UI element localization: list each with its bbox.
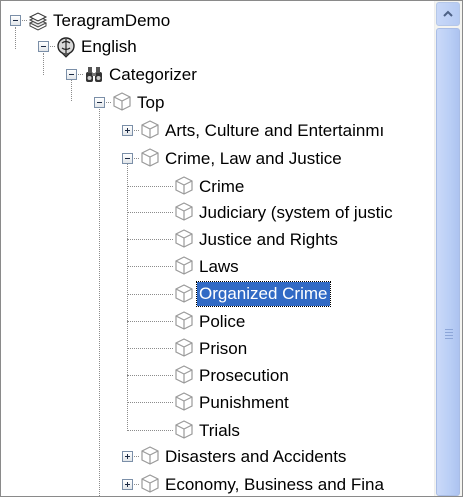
grip-line	[445, 335, 453, 336]
tree-node-label[interactable]: Police	[197, 310, 247, 334]
category-cube-icon	[173, 283, 195, 305]
language-globe-icon	[55, 36, 77, 58]
category-cube-icon	[173, 337, 195, 359]
category-cube-icon	[173, 310, 195, 332]
expand-toggle[interactable]	[122, 451, 133, 462]
tree-connector	[127, 266, 173, 267]
category-cube-icon	[173, 255, 195, 277]
tree-node-label[interactable]: English	[79, 35, 139, 59]
category-cube-icon	[139, 445, 161, 467]
tree-node-label[interactable]: Disasters and Accidents	[163, 445, 348, 469]
vertical-scrollbar[interactable]	[434, 1, 462, 496]
tree-guide	[99, 105, 100, 496]
tree-node-label[interactable]: Judiciary (system of justic	[197, 201, 395, 225]
chevron-up-icon	[443, 10, 453, 17]
expand-toggle[interactable]	[122, 125, 133, 136]
category-cube-icon	[139, 473, 161, 495]
tree-node-label[interactable]: Trials	[197, 419, 242, 443]
tree-connector	[127, 294, 173, 295]
category-cube-icon	[173, 364, 195, 386]
collapse-toggle[interactable]	[38, 41, 49, 52]
books-stack-icon	[27, 10, 49, 32]
grip-line	[445, 329, 453, 330]
tree-node-label[interactable]: TeragramDemo	[51, 9, 172, 33]
tree-connector	[127, 430, 173, 431]
tree-guide	[71, 79, 72, 101]
tree-node-label[interactable]: Top	[135, 91, 166, 115]
category-cube-icon	[139, 119, 161, 141]
tree-connector	[127, 212, 173, 213]
tree-connector	[127, 375, 173, 376]
category-cube-icon	[173, 391, 195, 413]
tree-node-label[interactable]: Crime	[197, 175, 246, 199]
scroll-up-button[interactable]	[436, 2, 460, 26]
tree-guide	[127, 161, 128, 431]
category-cube-icon	[173, 201, 195, 223]
tree-connector	[127, 348, 173, 349]
category-cube-icon	[173, 175, 195, 197]
grip-line	[445, 332, 453, 333]
expand-toggle[interactable]	[122, 479, 133, 490]
tree-node-label[interactable]: Prison	[197, 337, 249, 361]
tree-node-label[interactable]: Prosecution	[197, 364, 291, 388]
tree-node-label[interactable]: Crime, Law and Justice	[163, 147, 344, 171]
collapse-toggle[interactable]	[10, 15, 21, 26]
category-tree: TeragramDemo English Categorizer Top Art…	[0, 0, 463, 497]
tree-connector	[127, 402, 173, 403]
tree-connector	[127, 186, 173, 187]
tree-guide	[15, 27, 16, 49]
tree-connector	[127, 239, 173, 240]
category-cube-icon	[173, 419, 195, 441]
grip-line	[445, 338, 453, 339]
scroll-thumb[interactable]	[436, 28, 460, 496]
collapse-toggle[interactable]	[94, 97, 105, 108]
tree-node-label[interactable]: Arts, Culture and Entertainmı	[163, 119, 386, 143]
tree-node-label[interactable]: Categorizer	[107, 63, 199, 87]
binoculars-icon	[83, 63, 105, 85]
tree-node-label[interactable]: Justice and Rights	[197, 228, 340, 252]
collapse-toggle[interactable]	[66, 69, 77, 80]
category-cube-icon	[173, 228, 195, 250]
tree-node-label[interactable]: Laws	[197, 255, 241, 279]
tree-node-label-selected[interactable]: Organized Crime	[196, 281, 331, 307]
category-cube-icon	[111, 91, 133, 113]
tree-node-label[interactable]: Economy, Business and Fina	[163, 473, 386, 496]
tree-guide	[43, 53, 44, 75]
collapse-toggle[interactable]	[122, 153, 133, 164]
tree-connector	[127, 321, 173, 322]
category-cube-icon	[139, 147, 161, 169]
tree-node-label[interactable]: Punishment	[197, 391, 291, 415]
